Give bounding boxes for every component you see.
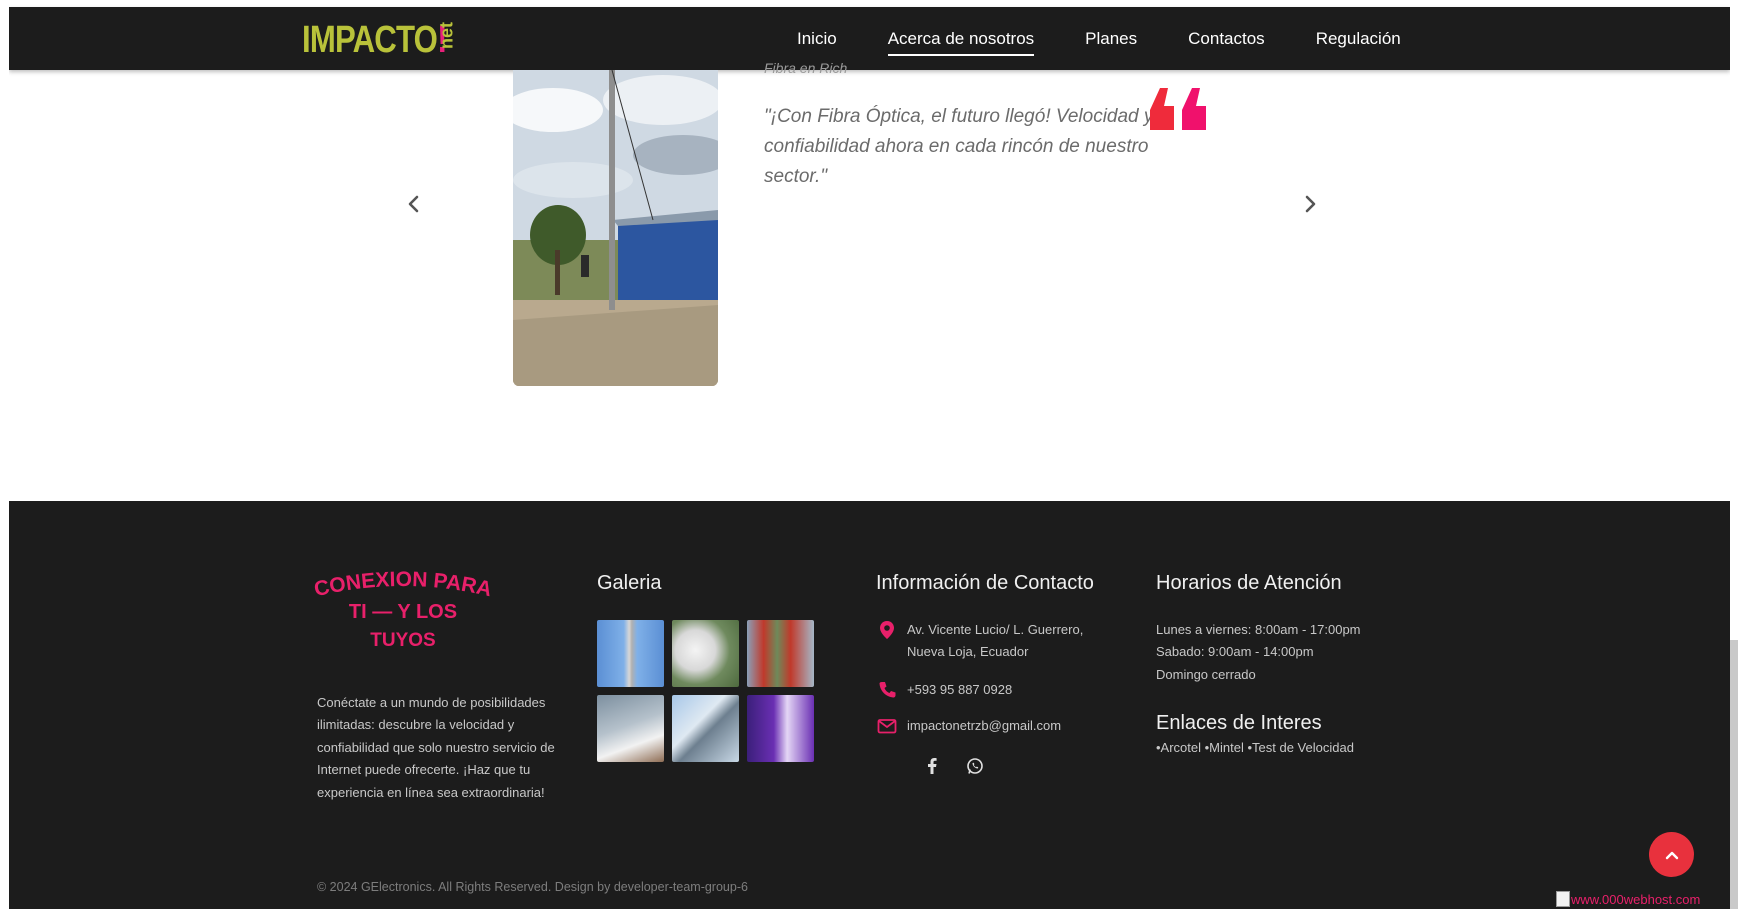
- chevron-up-icon: [1665, 851, 1678, 859]
- page: IMPACTO! net Inicio Acerca de nosotros P…: [0, 0, 1738, 909]
- whatsapp-link[interactable]: [963, 754, 987, 778]
- testimonial-photo: [513, 70, 718, 386]
- testimonial-quote: "¡Con Fibra Óptica, el futuro llegó! Vel…: [764, 106, 1154, 187]
- tagline-line-3: TUYOS: [370, 630, 435, 651]
- facebook-icon: [928, 758, 937, 774]
- gallery-thumb-tower[interactable]: [597, 620, 664, 687]
- links-title: Enlaces de Interes: [1156, 712, 1322, 734]
- copyright-text: © 2024 GElectronics. All Rights Reserved…: [317, 880, 748, 894]
- tagline-line-1: CONEXION PARA: [312, 568, 494, 601]
- gallery-grid: [597, 620, 815, 762]
- gallery-thumb-mast[interactable]: [747, 620, 814, 687]
- nav-link-planes[interactable]: Planes: [1085, 7, 1137, 70]
- site-footer: [9, 501, 1730, 909]
- left-gutter: [0, 0, 9, 909]
- hours-title: Horarios de Atención: [1156, 572, 1342, 594]
- nav-link-acerca[interactable]: Acerca de nosotros: [887, 7, 1035, 70]
- gallery-thumb-dish-sky[interactable]: [597, 695, 664, 762]
- contact-phone: +593 95 887 0928: [876, 679, 1012, 701]
- facebook-link[interactable]: [920, 754, 944, 778]
- carousel-prev-button[interactable]: [404, 191, 424, 217]
- contact-email: impactonetrzb@gmail.com: [876, 715, 1061, 737]
- nav-link-contactos[interactable]: Contactos: [1188, 7, 1265, 70]
- hours-weekdays: Lunes a viernes: 8:00am - 17:00pm: [1156, 622, 1361, 637]
- nav-menu: Inicio Acerca de nosotros Planes Contact…: [797, 7, 1452, 70]
- tagline-line-2: TI — Y LOS: [349, 601, 457, 623]
- interest-links[interactable]: •Arcotel •Mintel •Test de Velocidad: [1156, 740, 1354, 755]
- footer-tagline: CONEXION PARA TI — Y LOS TUYOS: [312, 568, 494, 651]
- gallery-thumb-dish[interactable]: [672, 620, 739, 687]
- back-to-top-button[interactable]: [1649, 832, 1694, 877]
- top-navbar: IMPACTO! net Inicio Acerca de nosotros P…: [9, 7, 1730, 70]
- brand-logo[interactable]: IMPACTO! net: [302, 19, 478, 61]
- gallery-thumb-promo[interactable]: [747, 695, 814, 762]
- chevron-right-icon: [1305, 195, 1316, 213]
- hours-sunday: Domingo cerrado: [1156, 666, 1256, 682]
- whatsapp-icon: [967, 758, 983, 774]
- address-text: Av. Vicente Lucio/ L. Guerrero, Nueva Lo…: [907, 622, 1084, 660]
- hours-saturday: Sabado: 9:00am - 14:00pm: [1156, 644, 1314, 660]
- location-pin-icon: [880, 621, 894, 639]
- footer-about-text: Conéctate a un mundo de posibilidades il…: [317, 695, 555, 800]
- scrollbar-thumb[interactable]: [1730, 640, 1738, 909]
- hosting-text: www.000webhost.com: [1571, 891, 1701, 907]
- gallery-thumb-tower-clouds[interactable]: [672, 695, 739, 762]
- carousel-next-button[interactable]: [1300, 191, 1320, 217]
- broken-image-icon: [1556, 891, 1570, 907]
- hosting-badge[interactable]: www.000webhost.com: [1556, 891, 1700, 907]
- email-text[interactable]: impactonetrzb@gmail.com: [907, 715, 1061, 737]
- phone-icon: [879, 682, 896, 698]
- logo-text: IMPACTO: [302, 18, 438, 61]
- contact-title: Información de Contacto: [876, 572, 1094, 594]
- testimonial-author: Fibra en Rich: [764, 60, 848, 76]
- quote-mark-icon: [1148, 84, 1212, 132]
- nav-link-regulacion[interactable]: Regulación: [1316, 7, 1401, 70]
- hours-list: Lunes a viernes: 8:00am - 17:00pm Sabado…: [1156, 619, 1361, 686]
- logo-suffix: net: [436, 22, 457, 49]
- chevron-left-icon: [408, 195, 419, 213]
- gallery-title: Galeria: [597, 572, 662, 594]
- logo-wordmark: IMPACTO!: [302, 19, 447, 62]
- contact-address: Av. Vicente Lucio/ L. Guerrero, Nueva Lo…: [876, 619, 1107, 664]
- mail-icon: [877, 719, 897, 734]
- phone-text[interactable]: +593 95 887 0928: [907, 679, 1012, 701]
